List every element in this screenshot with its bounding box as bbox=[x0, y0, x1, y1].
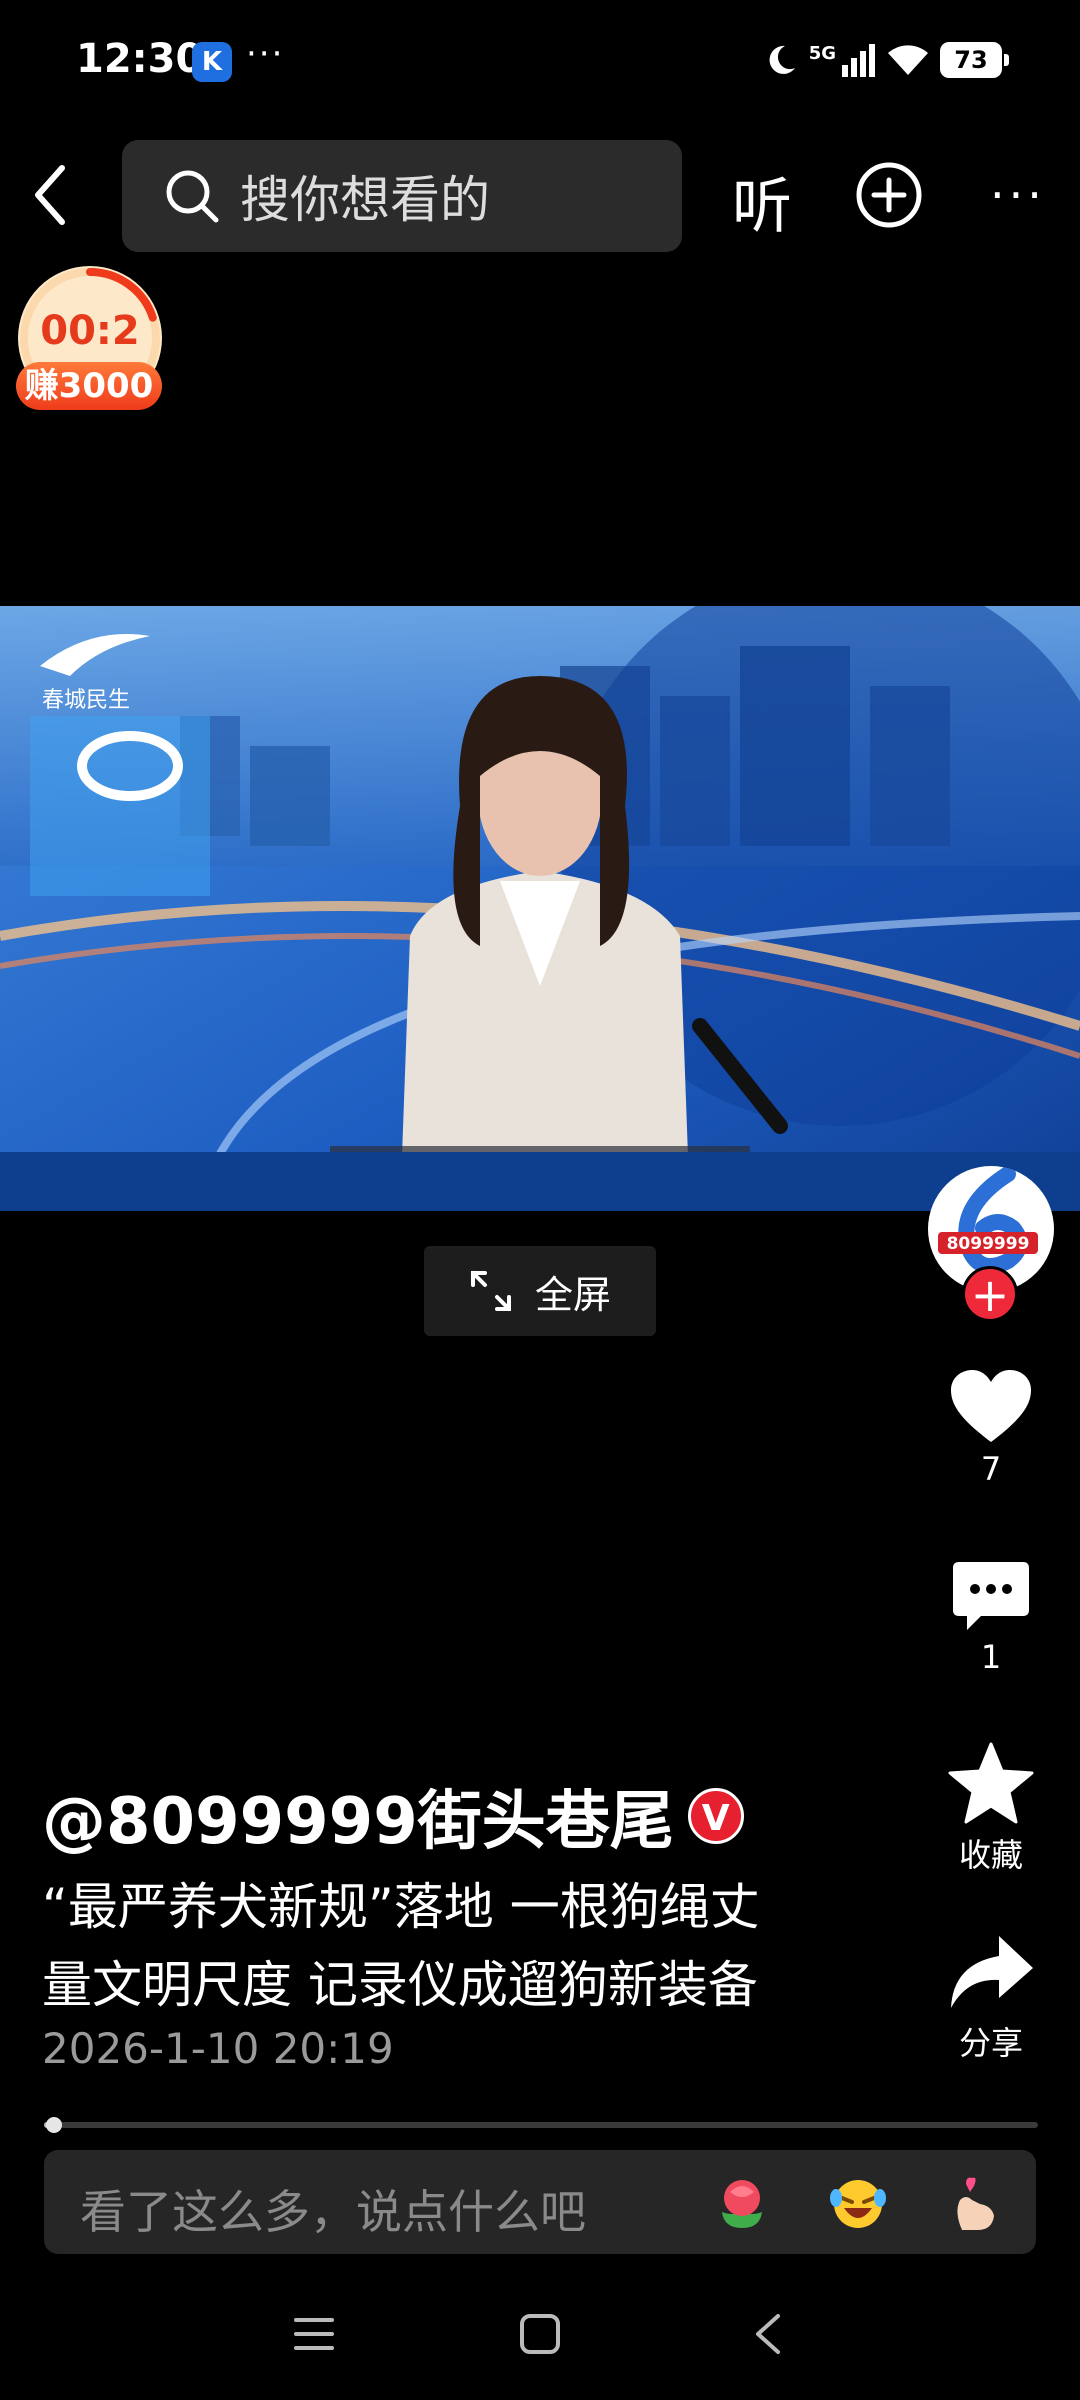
network-type-label: 5G bbox=[808, 42, 836, 64]
favorite-label: 收藏 bbox=[958, 1836, 1023, 1874]
video-progress-thumb[interactable] bbox=[45, 2117, 62, 2133]
heart-icon bbox=[951, 1370, 1031, 1442]
fullscreen-label: 全屏 bbox=[534, 1272, 611, 1317]
fullscreen-button[interactable]: 全屏 bbox=[424, 1246, 656, 1336]
search-icon bbox=[166, 170, 219, 223]
share-icon bbox=[951, 1936, 1033, 2008]
video-title: “最严养犬新规”落地 一根狗绳丈 量文明尺度 记录仪成遛狗新装备 bbox=[42, 1868, 862, 2024]
search-placeholder: 搜你想看的 bbox=[240, 171, 490, 229]
nav-back-button[interactable] bbox=[748, 2310, 788, 2358]
comment-input[interactable]: 看了这么多，说点什么吧 bbox=[44, 2150, 1036, 2254]
video-title-line: “最严养犬新规”落地 一根狗绳丈 bbox=[42, 1878, 760, 1936]
follow-button[interactable]: + bbox=[962, 1266, 1018, 1322]
author-name[interactable]: @8099999街头巷尾 V bbox=[42, 1770, 744, 1862]
share-button[interactable]: 分享 bbox=[936, 1932, 1046, 2064]
more-button[interactable]: ··· bbox=[990, 168, 1046, 222]
post-timestamp: 2026-1-10 20:19 bbox=[42, 2024, 394, 2073]
wifi-icon bbox=[888, 45, 928, 75]
star-icon bbox=[948, 1742, 1034, 1824]
comment-icon bbox=[953, 1562, 1029, 1630]
expand-icon bbox=[470, 1271, 511, 1311]
reward-badge[interactable]: 赚3000 bbox=[16, 362, 162, 410]
comment-placeholder: 看了这么多，说点什么吧 bbox=[80, 2185, 586, 2239]
laughing-emoji-icon[interactable] bbox=[828, 2172, 888, 2232]
author-handle[interactable]: @8099999街头巷尾 bbox=[42, 1770, 674, 1862]
nav-menu-button[interactable] bbox=[292, 2312, 336, 2356]
favorite-button[interactable]: 收藏 bbox=[936, 1742, 1046, 1876]
reward-timer-text: 00:2 bbox=[40, 308, 140, 354]
share-label: 分享 bbox=[958, 2024, 1023, 2062]
finger-heart-emoji-icon[interactable] bbox=[944, 2172, 1004, 2232]
add-button[interactable] bbox=[856, 162, 922, 228]
signal-icon bbox=[842, 44, 875, 77]
avatar-text: 8099999 bbox=[947, 1234, 1030, 1254]
comment-button[interactable]: 1 bbox=[936, 1560, 1046, 1676]
verified-badge: V bbox=[687, 1788, 744, 1844]
video-frame bbox=[0, 606, 1080, 1211]
like-count: 7 bbox=[980, 1450, 1002, 1488]
status-time: 12:30 bbox=[76, 36, 204, 82]
nav-home-button[interactable] bbox=[518, 2312, 562, 2356]
video-player[interactable] bbox=[0, 606, 1080, 1211]
listen-button[interactable]: 听 bbox=[732, 158, 792, 245]
moon-icon bbox=[769, 45, 795, 74]
back-button[interactable] bbox=[20, 150, 80, 240]
status-icons: 5G 73 bbox=[763, 34, 1009, 86]
video-lower-bar bbox=[0, 1152, 1080, 1211]
battery-icon: 73 bbox=[940, 42, 1009, 78]
more-notifications-icon: ··· bbox=[246, 34, 285, 74]
video-title-line: 量文明尺度 记录仪成遛狗新装备 bbox=[42, 1956, 758, 2014]
comment-count: 1 bbox=[980, 1638, 1002, 1676]
rose-emoji-icon[interactable] bbox=[712, 2172, 772, 2232]
search-input[interactable]: 搜你想看的 bbox=[122, 140, 682, 252]
battery-level: 73 bbox=[954, 46, 988, 74]
like-button[interactable]: 7 bbox=[936, 1368, 1046, 1488]
app-notification-icon: K bbox=[192, 42, 232, 82]
channel-logo-text: 春城民生 bbox=[42, 688, 131, 713]
video-progress-bar[interactable] bbox=[44, 2122, 1038, 2128]
